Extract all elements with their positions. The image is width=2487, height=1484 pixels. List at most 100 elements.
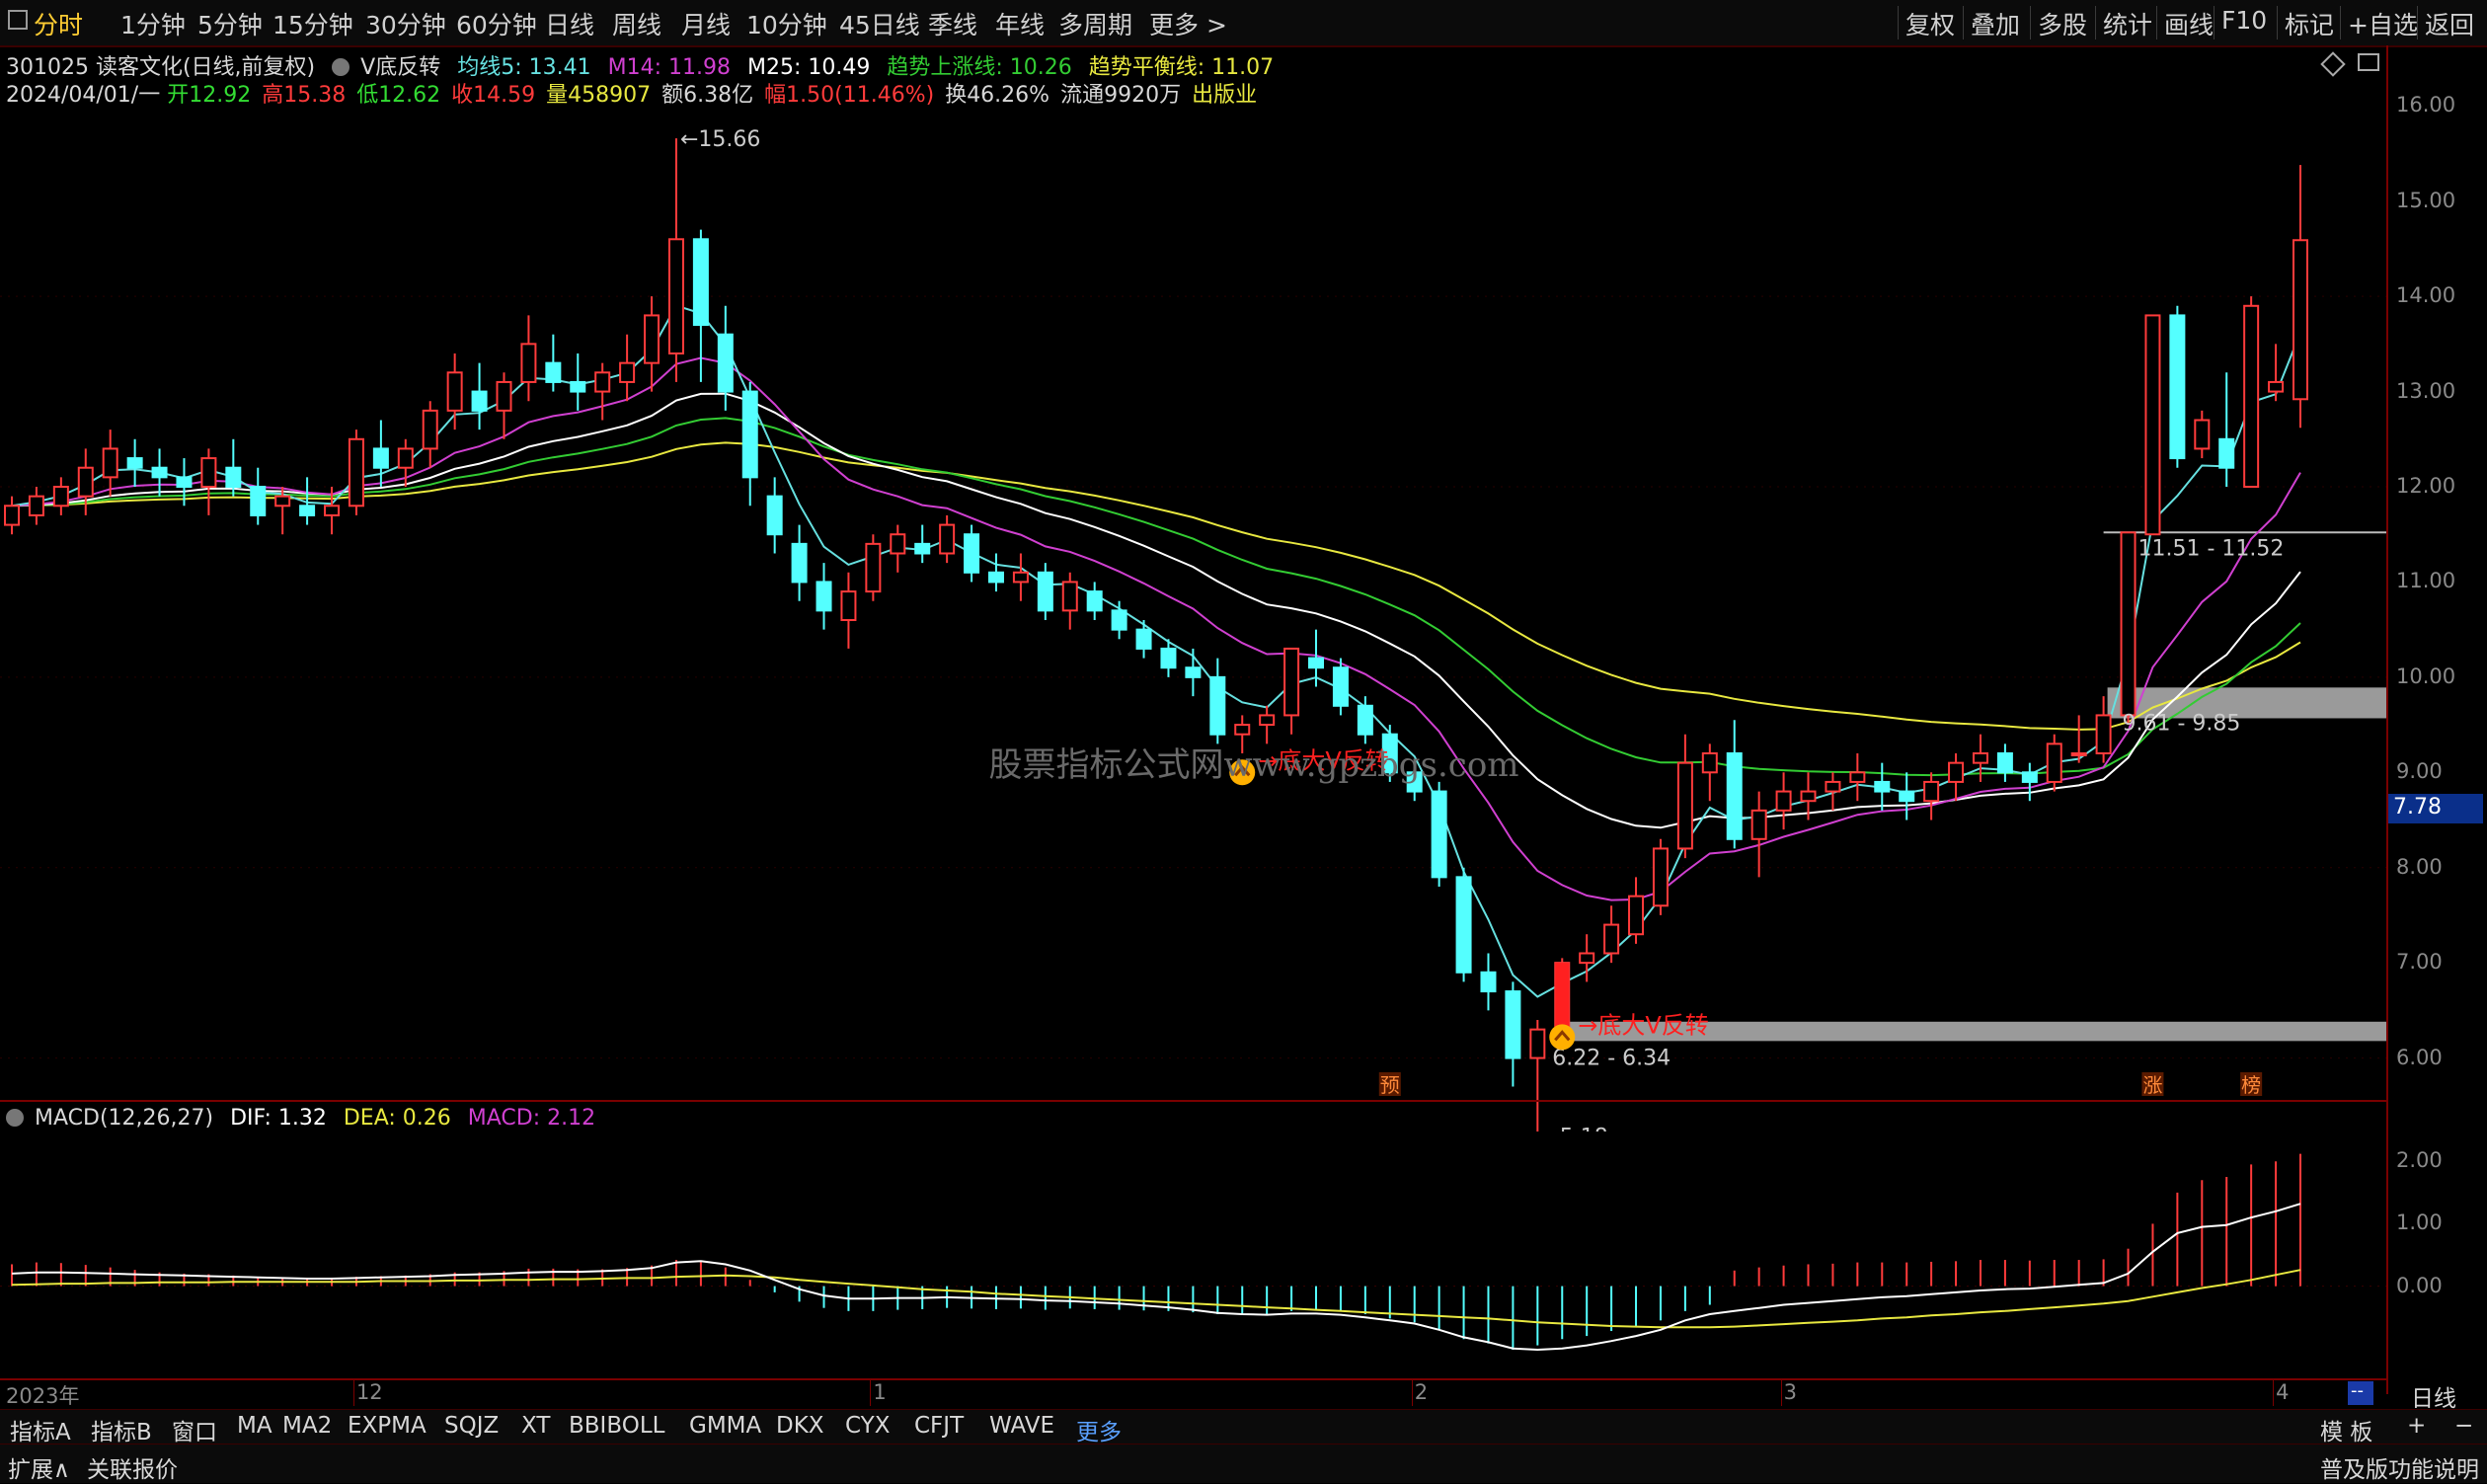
indicator-tab-9[interactable]: GMMA [689, 1413, 761, 1439]
candle-body[interactable] [1505, 990, 1521, 1059]
candle-body[interactable] [299, 505, 316, 516]
toolbar-right-button-5[interactable]: F10 [2221, 6, 2267, 35]
candle[interactable] [1185, 648, 1202, 697]
candle-body[interactable] [2194, 419, 2211, 450]
candle[interactable] [372, 420, 389, 488]
candle-body[interactable] [1259, 714, 1276, 727]
period-tab-8[interactable]: 月线 [681, 6, 731, 41]
candle-body[interactable] [520, 343, 537, 383]
candle-body[interactable] [1455, 876, 1472, 974]
candle-body[interactable] [176, 476, 193, 489]
period-tab-0[interactable]: 分时 [34, 6, 83, 41]
candle[interactable] [1701, 743, 1718, 802]
candle[interactable] [619, 334, 636, 402]
candle[interactable] [348, 430, 364, 515]
indicator-tab-14[interactable]: 更多 [1076, 1413, 1122, 1446]
candle[interactable] [1874, 762, 1891, 811]
candle-body[interactable] [1800, 790, 1817, 803]
indicator-tab-11[interactable]: CYX [845, 1413, 890, 1439]
candle[interactable] [1899, 772, 1915, 820]
candle[interactable] [1431, 781, 1447, 887]
period-tab-6[interactable]: 日线 [545, 6, 594, 41]
candle[interactable] [816, 563, 832, 630]
candle-body[interactable] [422, 409, 438, 450]
candle-body[interactable] [2144, 314, 2161, 536]
candle[interactable] [594, 362, 611, 421]
candle-body[interactable] [200, 457, 217, 489]
candle[interactable] [644, 296, 661, 392]
candle-body[interactable] [250, 486, 267, 516]
help-link[interactable]: 普及版功能说明 [2320, 1450, 2479, 1484]
candle-body[interactable] [717, 333, 734, 393]
candle-body[interactable] [987, 571, 1004, 584]
candle[interactable] [1603, 905, 1620, 964]
candle[interactable] [2243, 296, 2260, 488]
toolbar-right-button-4[interactable]: 画线 [2164, 6, 2214, 41]
candle[interactable] [2268, 344, 2285, 402]
candle[interactable] [225, 438, 242, 497]
candle-body[interactable] [1135, 628, 1152, 650]
zoom-in-button[interactable]: + [2407, 1413, 2426, 1439]
candle-body[interactable] [1209, 675, 1226, 736]
candle-body[interactable] [1676, 761, 1693, 850]
candle-body[interactable] [594, 371, 611, 393]
candle[interactable] [2120, 531, 2137, 726]
indicator-tab-6[interactable]: SQJZ [444, 1413, 499, 1439]
period-tab-11[interactable]: 季线 [928, 6, 977, 41]
candle-body[interactable] [372, 447, 389, 469]
candle[interactable] [151, 448, 168, 497]
period-tab-9[interactable]: 10分钟 [746, 6, 827, 41]
candle-body[interactable] [1012, 571, 1029, 584]
period-tab-3[interactable]: 15分钟 [272, 6, 353, 41]
candle[interactable] [250, 467, 267, 525]
candle-body[interactable] [840, 590, 857, 621]
period-indicator[interactable]: 日线 [2411, 1379, 2456, 1413]
candle-body[interactable] [1308, 657, 1325, 669]
candle-body[interactable] [1701, 752, 1718, 774]
candle[interactable] [28, 487, 44, 525]
toolbar-right-button-0[interactable]: 复权 [1905, 6, 1955, 41]
indicator-tab-3[interactable]: MA [237, 1413, 272, 1439]
candle-body[interactable] [1332, 666, 1349, 707]
candle-body[interactable] [1431, 790, 1447, 879]
candle-body[interactable] [692, 238, 709, 327]
template-button[interactable]: 模 板 [2320, 1413, 2372, 1446]
candle[interactable] [741, 381, 758, 507]
candle[interactable] [570, 353, 586, 411]
macd-toggle-icon[interactable] [6, 1109, 24, 1127]
candle[interactable] [2218, 372, 2235, 487]
candle[interactable] [2021, 762, 2038, 802]
period-tab-12[interactable]: 年线 [995, 6, 1045, 41]
period-tab-10[interactable]: 45日线 [839, 6, 920, 41]
candle-body[interactable] [2218, 437, 2235, 469]
candle[interactable] [1037, 563, 1053, 620]
candle-body[interactable] [1061, 581, 1078, 612]
candle-body[interactable] [644, 314, 661, 364]
candle-body[interactable] [2268, 380, 2285, 393]
toolbar-right-button-3[interactable]: 统计 [2103, 6, 2152, 41]
candle[interactable] [446, 353, 463, 430]
candle-body[interactable] [1750, 809, 1767, 840]
candle-body[interactable] [1628, 895, 1645, 936]
candle-body[interactable] [1923, 780, 1940, 803]
candle-body[interactable] [2021, 771, 2038, 783]
candle-body[interactable] [1603, 923, 1620, 955]
candle[interactable] [890, 524, 906, 573]
candle-body[interactable] [471, 390, 488, 412]
candle[interactable] [1775, 772, 1792, 830]
candle[interactable] [1135, 620, 1152, 659]
indicator-tab-1[interactable]: 指标B [91, 1413, 152, 1446]
candle[interactable] [1726, 720, 1743, 849]
candle[interactable] [1996, 743, 2013, 782]
candle-body[interactable] [1775, 790, 1792, 812]
candle-body[interactable] [4, 505, 20, 526]
candle-body[interactable] [2293, 239, 2308, 401]
candle-body[interactable] [446, 371, 463, 412]
candle-body[interactable] [1874, 780, 1891, 793]
candle-body[interactable] [914, 542, 931, 555]
indicator-tab-0[interactable]: 指标A [10, 1413, 71, 1446]
candle-body[interactable] [348, 437, 364, 508]
candle-body[interactable] [890, 533, 906, 555]
candle-body[interactable] [151, 466, 168, 479]
candle-body[interactable] [1996, 752, 2013, 774]
